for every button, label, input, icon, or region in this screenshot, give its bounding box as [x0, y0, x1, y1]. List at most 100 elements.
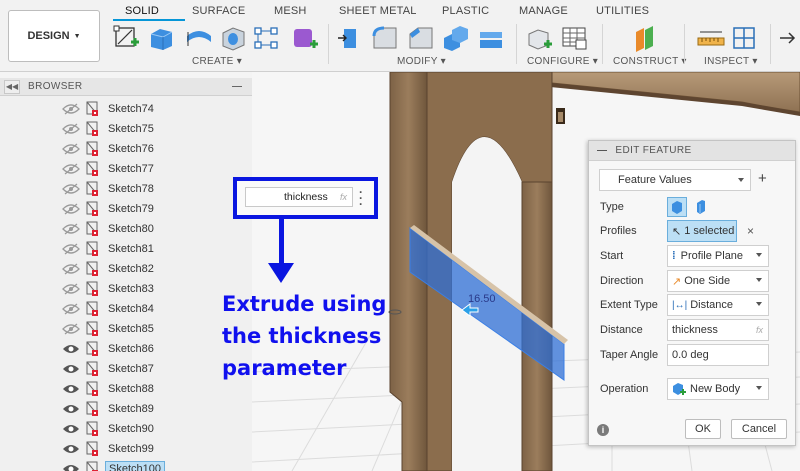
fx-icon[interactable]: fx	[340, 192, 347, 202]
eye-hidden-icon[interactable]	[62, 143, 80, 155]
distance-input[interactable]: thickness fx	[667, 319, 769, 341]
eye-icon[interactable]	[62, 443, 80, 455]
browser-item-sketch[interactable]: Sketch76	[62, 139, 157, 159]
collapse-dialog-icon[interactable]: —	[597, 145, 607, 156]
configure-menu[interactable]: CONFIGURE ▾	[527, 56, 598, 67]
press-pull-icon[interactable]	[336, 24, 366, 52]
info-icon[interactable]: i	[597, 424, 609, 436]
dimension-label[interactable]: 16.50	[468, 293, 496, 305]
fillet-icon[interactable]	[370, 24, 400, 52]
construct-menu[interactable]: CONSTRUCT ▾	[613, 56, 687, 67]
eye-hidden-icon[interactable]	[62, 103, 80, 115]
browser-item-sketch[interactable]: Sketch89	[62, 399, 157, 419]
browser-item-sketch[interactable]: Sketch84	[62, 299, 157, 319]
measure-icon[interactable]	[696, 24, 726, 52]
shell-icon[interactable]	[440, 24, 470, 52]
browser-item-sketch[interactable]: Sketch83	[62, 279, 157, 299]
section-analysis-icon[interactable]	[730, 24, 760, 52]
browser-item-sketch[interactable]: Sketch90	[62, 419, 157, 439]
eye-icon[interactable]	[62, 383, 80, 395]
browser-item-sketch[interactable]: Sketch100	[62, 459, 165, 471]
eye-hidden-icon[interactable]	[62, 163, 80, 175]
clear-selection-icon[interactable]: ×	[747, 224, 754, 238]
collapse-browser-button[interactable]: ◀◀	[4, 79, 20, 94]
annotation-text: Extrude using the thickness parameter	[222, 288, 386, 384]
modify-menu[interactable]: MODIFY ▾	[397, 56, 446, 67]
create-form-icon[interactable]	[290, 24, 320, 52]
create-sketch-icon[interactable]	[112, 24, 142, 52]
browser-item-sketch[interactable]: Sketch79	[62, 199, 157, 219]
browser-item-sketch[interactable]: Sketch74	[62, 99, 157, 119]
sketch-label: Sketch78	[108, 183, 154, 195]
feature-values-dropdown[interactable]: Feature Values	[599, 169, 751, 191]
tab-manage[interactable]: MANAGE	[519, 5, 568, 17]
direction-dropdown[interactable]: ↗ One Side	[667, 270, 769, 292]
eye-hidden-icon[interactable]	[62, 243, 80, 255]
feature-values-label: Feature Values	[618, 174, 692, 186]
extent-type-dropdown[interactable]: |↔| Distance	[667, 294, 769, 316]
operation-label: Operation	[600, 383, 649, 395]
chamfer-icon[interactable]	[406, 24, 436, 52]
eye-hidden-icon[interactable]	[62, 263, 80, 275]
add-icon[interactable]: +	[758, 170, 767, 187]
tab-plastic[interactable]: PLASTIC	[442, 5, 489, 17]
tab-mesh[interactable]: MESH	[274, 5, 307, 17]
eye-hidden-icon[interactable]	[62, 203, 80, 215]
eye-icon[interactable]	[62, 343, 80, 355]
solid-type-icon[interactable]	[667, 197, 687, 217]
profiles-selection[interactable]: ↖ 1 selected	[667, 220, 737, 242]
revolve-icon[interactable]	[184, 24, 214, 52]
browser-item-sketch[interactable]: Sketch78	[62, 179, 157, 199]
browser-item-sketch[interactable]: Sketch87	[62, 359, 157, 379]
workspace-switcher-button[interactable]: DESIGN ▼	[8, 10, 100, 62]
annotation-line: Extrude using	[222, 292, 387, 316]
split-body-icon[interactable]	[476, 24, 506, 52]
browser-item-sketch[interactable]: Sketch88	[62, 379, 157, 399]
eye-hidden-icon[interactable]	[62, 283, 80, 295]
hole-icon[interactable]	[218, 24, 248, 52]
inspect-menu[interactable]: INSPECT ▾	[704, 56, 758, 67]
eye-icon[interactable]	[62, 363, 80, 375]
browser-item-sketch[interactable]: Sketch80	[62, 219, 157, 239]
parameter-input[interactable]: thickness fx	[245, 187, 353, 207]
extrude-icon[interactable]	[146, 24, 176, 52]
create-menu[interactable]: CREATE ▾	[192, 56, 242, 67]
eye-icon[interactable]	[62, 403, 80, 415]
direction-row: Direction ↗ One Side	[589, 270, 795, 292]
operation-dropdown[interactable]: New Body	[667, 378, 769, 400]
eye-hidden-icon[interactable]	[62, 123, 80, 135]
taper-angle-input[interactable]: 0.0 deg	[667, 344, 769, 366]
browser-item-sketch[interactable]: Sketch77	[62, 159, 157, 179]
pattern-icon[interactable]	[252, 24, 282, 52]
start-dropdown[interactable]: ⁞ Profile Plane	[667, 245, 769, 267]
eye-icon[interactable]	[62, 463, 80, 471]
cancel-button[interactable]: Cancel	[731, 419, 787, 439]
browser-item-sketch[interactable]: Sketch86	[62, 339, 157, 359]
ok-button[interactable]: OK	[685, 419, 721, 439]
tab-solid[interactable]: SOLID	[125, 5, 159, 17]
browser-item-sketch[interactable]: Sketch85	[62, 319, 157, 339]
eye-icon[interactable]	[62, 423, 80, 435]
eye-hidden-icon[interactable]	[62, 303, 80, 315]
more-options-icon[interactable]: · · ·	[359, 186, 363, 210]
tab-surface[interactable]: SURFACE	[192, 5, 245, 17]
dialog-header[interactable]: — EDIT FEATURE	[589, 141, 795, 161]
sketch-label: Sketch85	[108, 323, 154, 335]
thin-type-icon[interactable]	[691, 197, 711, 217]
browser-item-sketch[interactable]: Sketch75	[62, 119, 157, 139]
offset-plane-icon[interactable]	[630, 24, 660, 52]
tab-sheet-metal[interactable]: SHEET METAL	[339, 5, 417, 17]
parameter-highlight-box: thickness fx · · ·	[233, 177, 378, 219]
tab-utilities[interactable]: UTILITIES	[596, 5, 649, 17]
browser-item-sketch[interactable]: Sketch82	[62, 259, 157, 279]
eye-hidden-icon[interactable]	[62, 183, 80, 195]
configure-body-icon[interactable]	[524, 24, 554, 52]
eye-hidden-icon[interactable]	[62, 323, 80, 335]
insert-icon[interactable]	[776, 24, 800, 52]
minimize-icon[interactable]: —	[232, 81, 242, 92]
fx-icon[interactable]: fx	[756, 325, 763, 335]
browser-item-sketch[interactable]: Sketch99	[62, 439, 157, 459]
configuration-table-icon[interactable]	[560, 24, 590, 52]
eye-hidden-icon[interactable]	[62, 223, 80, 235]
browser-item-sketch[interactable]: Sketch81	[62, 239, 157, 259]
